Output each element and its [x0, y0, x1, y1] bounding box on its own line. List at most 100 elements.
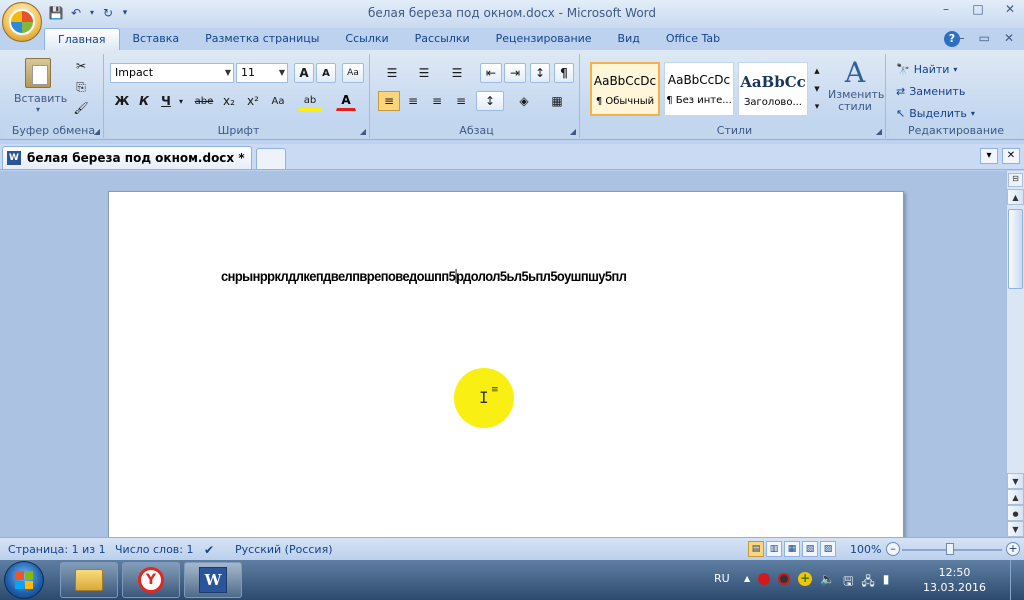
- zoom-slider-thumb[interactable]: [946, 543, 954, 555]
- styles-more-icon[interactable]: ▾: [810, 98, 824, 116]
- view-full-screen-icon[interactable]: ▥: [766, 541, 782, 557]
- view-ruler-icon[interactable]: ⊟: [1008, 173, 1023, 187]
- subscript-button[interactable]: x₂: [218, 91, 240, 111]
- scroll-thumb[interactable]: [1008, 209, 1023, 289]
- zoom-level[interactable]: 100%: [850, 543, 881, 556]
- tab-review[interactable]: Рецензирование: [483, 28, 605, 50]
- tab-references[interactable]: Ссылки: [332, 28, 401, 50]
- font-color-button[interactable]: A: [336, 91, 356, 111]
- help-icon[interactable]: ?: [944, 31, 960, 47]
- record-icon[interactable]: [758, 573, 771, 585]
- font-launcher-icon[interactable]: ◢: [360, 127, 366, 136]
- font-size-combo[interactable]: 11 ▼: [236, 63, 288, 83]
- view-draft-icon[interactable]: ▨: [820, 541, 836, 557]
- doc-close-button[interactable]: ✕: [1004, 31, 1014, 45]
- chevron-down-icon[interactable]: ▼: [225, 64, 231, 82]
- select-browse-object-icon[interactable]: ●: [1007, 505, 1024, 521]
- sort-button[interactable]: ↕: [530, 63, 550, 83]
- bullets-button[interactable]: ☰: [378, 63, 406, 83]
- style-heading-1[interactable]: AaBbCc Заголово...: [738, 62, 808, 116]
- justify-button[interactable]: ≡: [450, 91, 472, 111]
- zoom-in-icon[interactable]: +: [1006, 542, 1020, 556]
- start-button[interactable]: [4, 561, 44, 599]
- borders-button[interactable]: ▦: [542, 91, 572, 111]
- align-center-button[interactable]: ≡: [402, 91, 424, 111]
- tray-app-icon[interactable]: [778, 573, 791, 585]
- spellcheck-icon[interactable]: ✔: [204, 543, 214, 557]
- superscript-button[interactable]: x²: [242, 91, 264, 111]
- italic-button[interactable]: К: [134, 91, 154, 111]
- battery-icon[interactable]: ▮: [883, 572, 890, 593]
- show-desktop-button[interactable]: [1010, 560, 1024, 600]
- clear-formatting-button[interactable]: Aa: [342, 63, 364, 83]
- numbering-button[interactable]: ☰: [410, 63, 438, 83]
- strikethrough-button[interactable]: abe: [192, 91, 216, 111]
- show-hidden-icons-icon[interactable]: ▲: [744, 572, 750, 593]
- tab-list-dropdown-icon[interactable]: ▾: [980, 148, 998, 164]
- document-tab-active[interactable]: W белая береза под окном.docx *: [2, 146, 252, 169]
- highlight-button[interactable]: ab: [298, 91, 322, 111]
- document-text[interactable]: снрынррклдлкепдвелпвреповедошпп5рдолол5ь…: [221, 268, 627, 284]
- next-page-icon[interactable]: ▼: [1007, 521, 1024, 537]
- tab-close-button[interactable]: ✕: [1002, 148, 1020, 164]
- tab-office-tab[interactable]: Office Tab: [653, 28, 733, 50]
- taskbar-yandex-browser[interactable]: Y: [122, 562, 180, 598]
- decrease-indent-button[interactable]: ⇤: [480, 63, 502, 83]
- clipboard-launcher-icon[interactable]: ◢: [94, 127, 100, 136]
- underline-button[interactable]: Ч: [156, 91, 176, 111]
- show-formatting-button[interactable]: ¶: [554, 63, 574, 83]
- paste-button[interactable]: Вставить ▾: [14, 56, 67, 118]
- find-button[interactable]: 🔭 Найти ▾: [896, 60, 957, 78]
- line-spacing-button[interactable]: ↕: [476, 91, 504, 111]
- vertical-scrollbar[interactable]: ⊟ ▲ ▼ ▲ ● ▼: [1006, 171, 1024, 537]
- input-language[interactable]: RU: [714, 572, 730, 585]
- status-page[interactable]: Страница: 1 из 1: [8, 543, 106, 556]
- font-name-combo[interactable]: Impact ▼: [110, 63, 234, 83]
- status-language[interactable]: Русский (Россия): [235, 543, 333, 556]
- clock[interactable]: 12:50 13.03.2016: [923, 565, 986, 595]
- styles-scroll-up-icon[interactable]: ▲: [810, 62, 824, 80]
- increase-indent-button[interactable]: ⇥: [504, 63, 526, 83]
- view-outline-icon[interactable]: ▧: [802, 541, 818, 557]
- styles-scroll-down-icon[interactable]: ▼: [810, 80, 824, 98]
- scroll-down-icon[interactable]: ▼: [1007, 473, 1024, 489]
- bold-button[interactable]: Ж: [112, 91, 132, 111]
- shading-button[interactable]: ◈: [510, 91, 538, 111]
- select-button[interactable]: ↖ Выделить ▾: [896, 104, 975, 122]
- volume-icon[interactable]: 🔈: [820, 572, 835, 593]
- align-left-button[interactable]: ≡: [378, 91, 400, 111]
- device-icon[interactable]: 🖫: [843, 572, 853, 593]
- taskbar-explorer[interactable]: [60, 562, 118, 598]
- style-no-spacing[interactable]: AaBbCcDc ¶ Без инте...: [664, 62, 734, 116]
- tab-page-layout[interactable]: Разметка страницы: [192, 28, 332, 50]
- tab-mailings[interactable]: Рассылки: [402, 28, 483, 50]
- new-tab-button[interactable]: [256, 148, 286, 169]
- paragraph-launcher-icon[interactable]: ◢: [570, 127, 576, 136]
- close-button[interactable]: ✕: [1002, 2, 1018, 16]
- doc-minimize-button[interactable]: –: [959, 31, 965, 45]
- format-painter-icon[interactable]: 🖌: [70, 98, 92, 118]
- office-button[interactable]: [2, 2, 42, 42]
- align-right-button[interactable]: ≡: [426, 91, 448, 111]
- zoom-out-icon[interactable]: –: [886, 542, 900, 556]
- tab-home[interactable]: Главная: [44, 28, 120, 50]
- change-styles-button[interactable]: A Изменить стили: [828, 56, 884, 120]
- minimize-button[interactable]: –: [938, 2, 954, 16]
- tab-view[interactable]: Вид: [605, 28, 653, 50]
- chevron-down-icon[interactable]: ▼: [279, 64, 285, 82]
- taskbar-word[interactable]: W: [184, 562, 242, 598]
- copy-icon[interactable]: ⎘: [70, 77, 92, 97]
- grow-font-button[interactable]: A: [294, 63, 314, 83]
- change-case-button[interactable]: Aa: [266, 91, 290, 111]
- document-page[interactable]: снрынррклдлкепдвелпвреповедошпп5рдолол5ь…: [108, 191, 904, 537]
- cut-icon[interactable]: ✂: [70, 56, 92, 76]
- maximize-button[interactable]: □: [970, 2, 986, 16]
- view-print-layout-icon[interactable]: ▤: [748, 541, 764, 557]
- status-word-count[interactable]: Число слов: 1: [115, 543, 194, 556]
- shrink-font-button[interactable]: A: [316, 63, 336, 83]
- doc-restore-button[interactable]: ▭: [979, 31, 990, 45]
- previous-page-icon[interactable]: ▲: [1007, 489, 1024, 505]
- view-web-layout-icon[interactable]: ▦: [784, 541, 800, 557]
- tray-plus-icon[interactable]: +: [798, 572, 813, 586]
- styles-launcher-icon[interactable]: ◢: [876, 127, 882, 136]
